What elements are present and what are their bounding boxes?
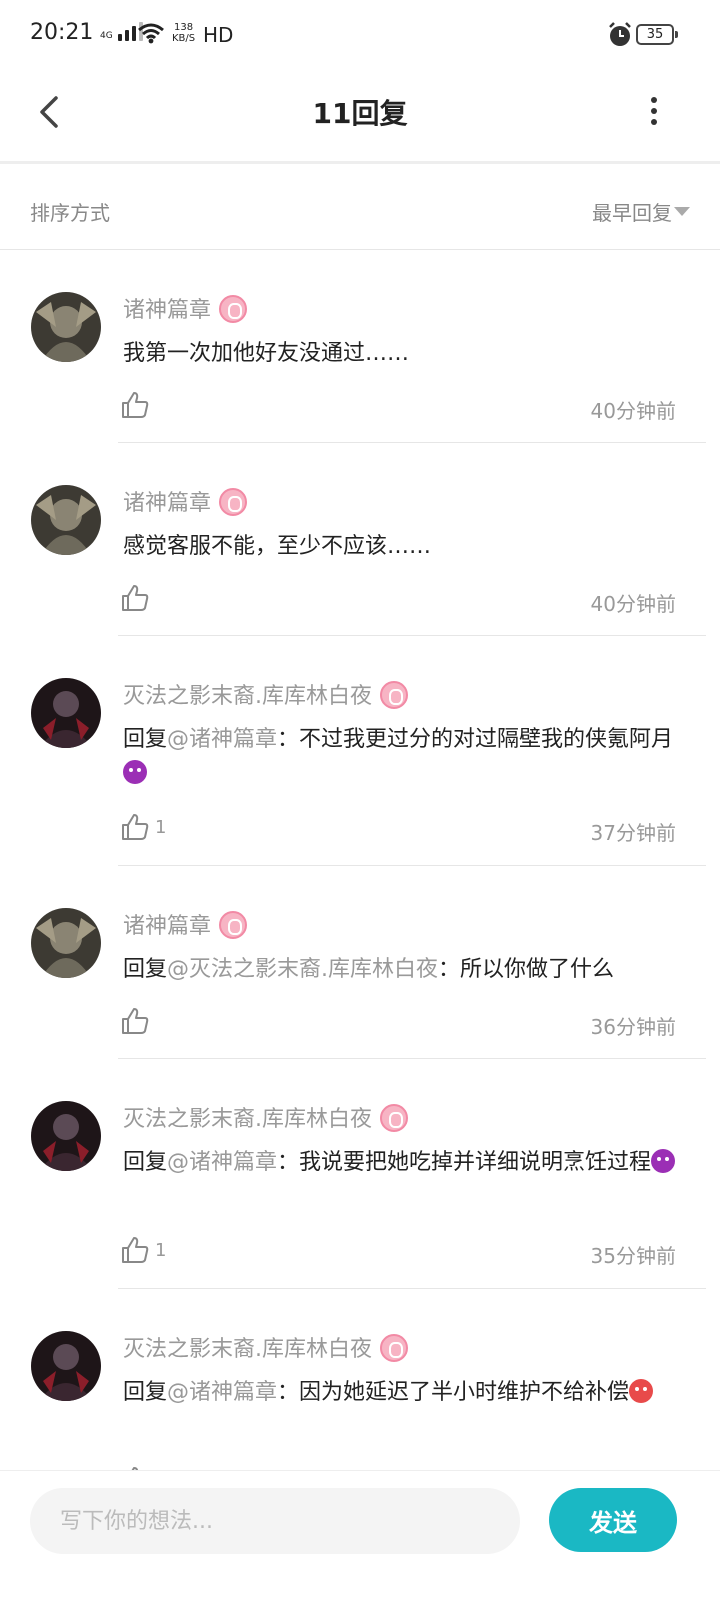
status-bar: 20:21 4G 138 KB/S HD 35: [0, 0, 720, 72]
battery-icon: 35: [636, 24, 678, 45]
reply-username[interactable]: 灭法之影末裔.库库林白夜: [123, 1331, 408, 1364]
sort-bar: 排序方式 最早回复: [0, 167, 720, 250]
wifi-icon: [138, 23, 164, 44]
avatar[interactable]: [31, 485, 101, 555]
thumbs-up-icon[interactable]: [120, 390, 150, 420]
like-count: 1: [155, 1240, 167, 1261]
thumbs-up-icon[interactable]: [120, 1235, 150, 1265]
avatar[interactable]: [31, 908, 101, 978]
angry-emoji-icon: [629, 1379, 654, 1403]
reply-time: 40分钟前: [590, 399, 676, 423]
reply-item: 诸神篇章 回复@灭法之影末裔.库库林白夜：所以你做了什么 36分钟前: [0, 866, 720, 1059]
reply-time: 40分钟前: [590, 592, 676, 616]
level-badge-icon: [219, 911, 248, 939]
level-badge-icon: [380, 1334, 408, 1362]
avatar[interactable]: [31, 678, 101, 748]
reply-content: 回复@灭法之影末裔.库库林白夜：所以你做了什么: [123, 957, 615, 982]
sort-dropdown[interactable]: 最早回复: [592, 197, 672, 226]
mention-link[interactable]: @灭法之影末裔.库库林白夜: [167, 957, 438, 982]
thumbs-up-icon[interactable]: [120, 812, 150, 842]
avatar[interactable]: [31, 292, 101, 362]
reply-input[interactable]: [30, 1488, 520, 1554]
like-count: 1: [155, 817, 167, 838]
devil-emoji-icon: [651, 1149, 676, 1173]
reply-item: 灭法之影末裔.库库林白夜 回复@诸神篇章：我说要把她吃掉并详细说明烹饪过程 1 …: [0, 1059, 720, 1289]
level-badge-icon: [219, 295, 248, 323]
mention-link[interactable]: @诸神篇章: [167, 1380, 277, 1405]
caret-down-icon[interactable]: [674, 207, 690, 216]
page-title: 11回复: [312, 97, 408, 130]
mention-link[interactable]: @诸神篇章: [167, 1150, 277, 1175]
level-badge-icon: [219, 488, 248, 516]
reply-content: 回复@诸神篇章：不过我更过分的对过隔壁我的侠氪阿月: [123, 723, 683, 791]
reply-username[interactable]: 灭法之影末裔.库库林白夜: [123, 1101, 408, 1134]
reply-item: 诸神篇章 我第一次加他好友没通过…… 40分钟前: [0, 250, 720, 443]
reply-username[interactable]: 诸神篇章: [123, 485, 248, 518]
reply-content: 回复@诸神篇章：我说要把她吃掉并详细说明烹饪过程: [123, 1146, 683, 1180]
sort-label: 排序方式: [30, 201, 110, 225]
reply-item: 灭法之影末裔.库库林白夜 回复@诸神篇章：不过我更过分的对过隔壁我的侠氪阿月 1…: [0, 636, 720, 866]
reply-content: 我第一次加他好友没通过……: [123, 341, 410, 366]
reply-time: 36分钟前: [590, 1015, 676, 1039]
top-app-bar: 11回复: [0, 72, 720, 164]
status-time: 20:21: [30, 20, 94, 45]
network-speed: 138 KB/S: [172, 22, 196, 44]
reply-content: 回复@诸神篇章：因为她延迟了半小时维护不给补偿: [123, 1376, 683, 1410]
avatar[interactable]: [31, 1101, 101, 1171]
reply-item: 诸神篇章 感觉客服不能，至少不应该…… 40分钟前: [0, 443, 720, 636]
more-options-icon[interactable]: [640, 94, 668, 130]
reply-composer: 发送: [0, 1470, 720, 1600]
send-button[interactable]: 发送: [549, 1488, 677, 1552]
reply-time: 37分钟前: [590, 821, 676, 845]
thumbs-up-icon[interactable]: [120, 1006, 150, 1036]
network-type: 4G: [100, 31, 113, 41]
reply-username[interactable]: 诸神篇章: [123, 292, 248, 325]
reply-list[interactable]: 诸神篇章 我第一次加他好友没通过…… 40分钟前 诸神篇章 感觉客服不能，至少不…: [0, 250, 720, 1470]
reply-time: 35分钟前: [590, 1244, 676, 1268]
reply-username[interactable]: 灭法之影末裔.库库林白夜: [123, 678, 408, 711]
reply-username[interactable]: 诸神篇章: [123, 908, 248, 941]
reply-content: 感觉客服不能，至少不应该……: [123, 534, 432, 559]
mention-link[interactable]: @诸神篇章: [167, 727, 277, 752]
level-badge-icon: [380, 1104, 408, 1132]
thumbs-up-icon[interactable]: [120, 583, 150, 613]
hd-indicator: HD: [203, 23, 234, 47]
alarm-icon: [609, 22, 631, 46]
level-badge-icon: [380, 681, 408, 709]
reply-item: 灭法之影末裔.库库林白夜 回复@诸神篇章：因为她延迟了半小时维护不给补偿: [0, 1289, 720, 1470]
devil-emoji-icon: [123, 760, 147, 784]
avatar[interactable]: [31, 1331, 101, 1401]
